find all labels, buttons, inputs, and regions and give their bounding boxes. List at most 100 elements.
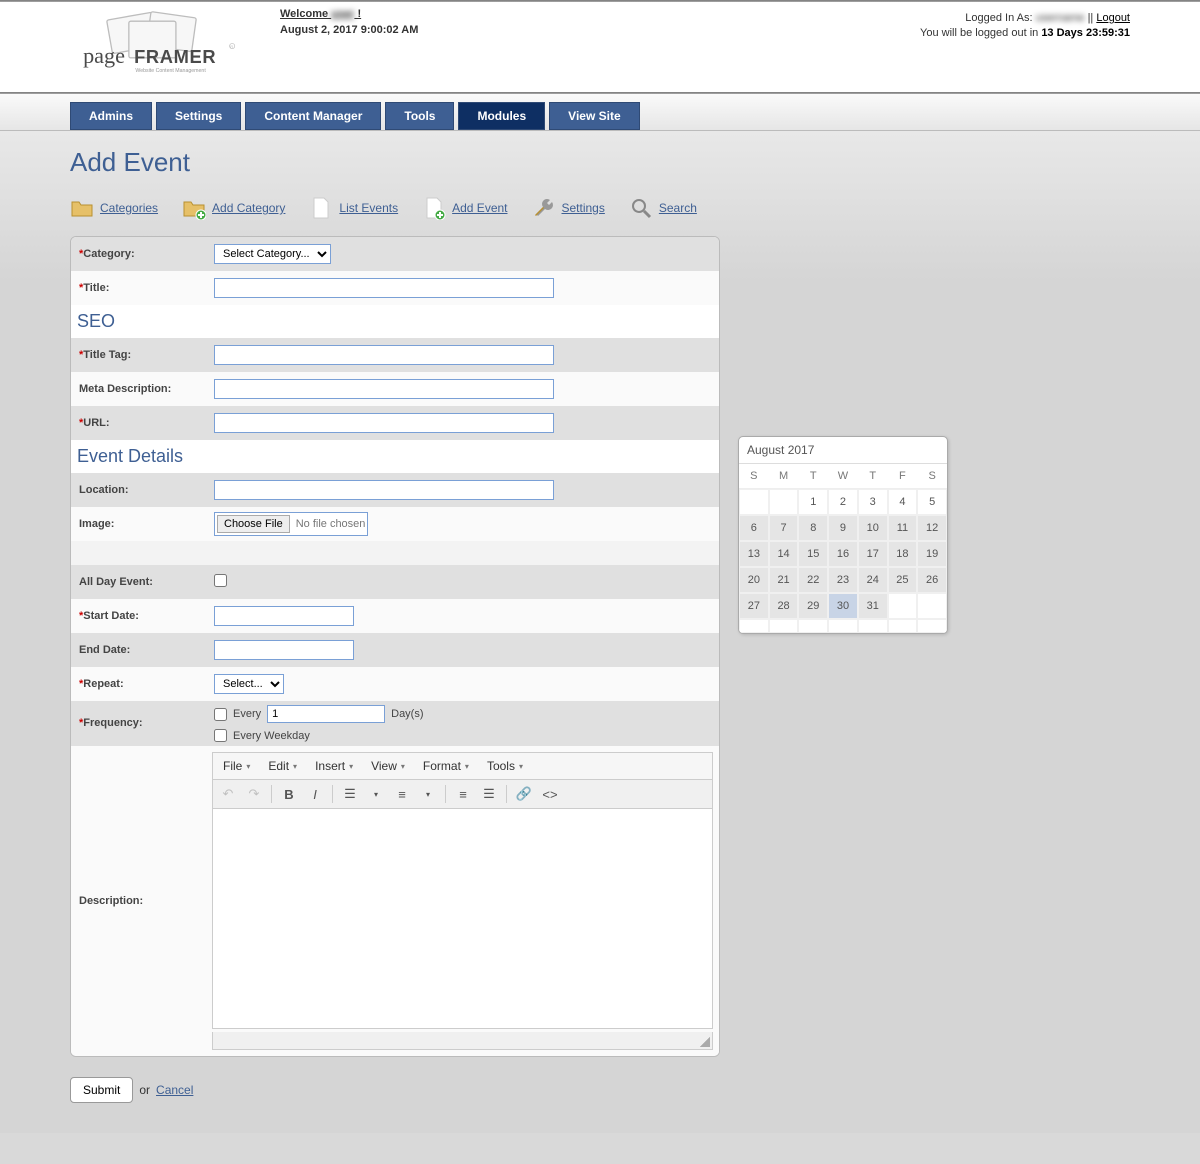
nav-tools[interactable]: Tools — [385, 102, 454, 130]
undo-icon[interactable]: ↶ — [216, 783, 240, 805]
calendar-day[interactable]: 12 — [917, 515, 947, 541]
choose-file-button[interactable]: Choose File — [217, 515, 290, 533]
redo-icon[interactable]: ↷ — [242, 783, 266, 805]
editor-menu-tools[interactable]: Tools ▾ — [487, 759, 523, 773]
calendar-day[interactable]: 24 — [858, 567, 888, 593]
numbered-list-icon[interactable]: ≡ — [390, 783, 414, 805]
freq-weekday-checkbox[interactable] — [214, 729, 227, 742]
calendar-day[interactable]: 28 — [769, 593, 799, 619]
calendar-day[interactable]: 21 — [769, 567, 799, 593]
calendar-day[interactable]: 14 — [769, 541, 799, 567]
editor-menu-insert[interactable]: Insert ▾ — [315, 759, 353, 773]
file-chooser[interactable]: Choose File No file chosen — [214, 512, 368, 536]
header-date: August 2, 2017 9:00:02 AM — [280, 24, 418, 36]
logout-link[interactable]: Logout — [1096, 12, 1130, 24]
repeat-select[interactable]: Select... — [214, 674, 284, 694]
meta-desc-input[interactable] — [214, 379, 554, 399]
calendar-day[interactable]: 26 — [917, 567, 947, 593]
tool-add-event[interactable]: Add Event — [422, 196, 507, 220]
calendar-day[interactable]: 9 — [828, 515, 858, 541]
calendar-empty-cell — [828, 619, 858, 633]
editor-menu-view[interactable]: View ▾ — [371, 759, 405, 773]
list-caret-icon[interactable]: ▾ — [364, 783, 388, 805]
tool-link[interactable]: Add Category — [212, 201, 285, 215]
calendar-day[interactable]: 29 — [798, 593, 828, 619]
page-title: Add Event — [70, 147, 1130, 178]
calendar-day[interactable]: 19 — [917, 541, 947, 567]
nav-settings[interactable]: Settings — [156, 102, 241, 130]
calendar-day[interactable]: 16 — [828, 541, 858, 567]
title-input[interactable] — [214, 278, 554, 298]
calendar-day[interactable]: 6 — [739, 515, 769, 541]
all-day-checkbox[interactable] — [214, 574, 227, 587]
calendar-day[interactable]: 30 — [828, 593, 858, 619]
calendar-day[interactable]: 31 — [858, 593, 888, 619]
numlist-caret-icon[interactable]: ▾ — [416, 783, 440, 805]
category-select[interactable]: Select Category... — [214, 244, 331, 264]
tool-categories[interactable]: Categories — [70, 196, 158, 220]
calendar-day[interactable]: 4 — [888, 489, 918, 515]
title-tag-input[interactable] — [214, 345, 554, 365]
code-icon[interactable]: <> — [538, 783, 562, 805]
cancel-link[interactable]: Cancel — [156, 1083, 193, 1097]
description-editor[interactable] — [212, 809, 713, 1029]
calendar-day[interactable]: 7 — [769, 515, 799, 541]
calendar-day-header: F — [888, 464, 918, 489]
align-justify-icon[interactable]: ☰ — [477, 783, 501, 805]
calendar-day[interactable]: 11 — [888, 515, 918, 541]
calendar-day-header: T — [858, 464, 888, 489]
tool-link[interactable]: Settings — [562, 201, 605, 215]
location-input[interactable] — [214, 480, 554, 500]
freq-every-checkbox[interactable] — [214, 708, 227, 721]
freq-value-input[interactable] — [267, 705, 385, 723]
tool-list-events[interactable]: List Events — [309, 196, 398, 220]
calendar-day[interactable]: 10 — [858, 515, 888, 541]
nav-content-manager[interactable]: Content Manager — [245, 102, 381, 130]
bold-icon[interactable]: B — [277, 783, 301, 805]
align-left-icon[interactable]: ≡ — [451, 783, 475, 805]
tool-settings[interactable]: Settings — [532, 196, 605, 220]
tool-link[interactable]: Categories — [100, 201, 158, 215]
calendar-day[interactable]: 8 — [798, 515, 828, 541]
calendar-day[interactable]: 17 — [858, 541, 888, 567]
link-icon[interactable]: 🔗 — [512, 783, 536, 805]
end-date-input[interactable] — [214, 640, 354, 660]
start-date-input[interactable] — [214, 606, 354, 626]
calendar-day[interactable]: 15 — [798, 541, 828, 567]
editor-menu-edit[interactable]: Edit ▾ — [268, 759, 297, 773]
calendar-day[interactable]: 2 — [828, 489, 858, 515]
category-label: Category: — [83, 248, 134, 260]
no-file-text: No file chosen — [296, 518, 366, 530]
calendar-day[interactable]: 22 — [798, 567, 828, 593]
calendar-day[interactable]: 20 — [739, 567, 769, 593]
tool-link[interactable]: Add Event — [452, 201, 507, 215]
tool-link[interactable]: List Events — [339, 201, 398, 215]
calendar-day[interactable]: 23 — [828, 567, 858, 593]
wrench-icon — [532, 196, 556, 220]
calendar-day[interactable]: 13 — [739, 541, 769, 567]
calendar-title: August 2017 — [739, 437, 947, 464]
url-input[interactable] — [214, 413, 554, 433]
editor-menu-format[interactable]: Format ▾ — [423, 759, 469, 773]
nav-modules[interactable]: Modules — [458, 102, 545, 130]
calendar-day[interactable]: 3 — [858, 489, 888, 515]
calendar-day[interactable]: 1 — [798, 489, 828, 515]
calendar-day[interactable]: 18 — [888, 541, 918, 567]
editor-resize-handle[interactable] — [212, 1032, 713, 1050]
nav-view-site[interactable]: View Site — [549, 102, 639, 130]
bullet-list-icon[interactable]: ☰ — [338, 783, 362, 805]
title-tag-label: Title Tag: — [83, 349, 131, 361]
tool-search[interactable]: Search — [629, 196, 697, 220]
welcome-username: user — [331, 8, 354, 20]
freq-every-text: Every — [233, 708, 261, 720]
italic-icon[interactable]: I — [303, 783, 327, 805]
tool-link[interactable]: Search — [659, 201, 697, 215]
calendar-empty-cell — [739, 489, 769, 515]
tool-add-category[interactable]: Add Category — [182, 196, 285, 220]
calendar-day[interactable]: 25 — [888, 567, 918, 593]
calendar-day[interactable]: 27 — [739, 593, 769, 619]
calendar-day[interactable]: 5 — [917, 489, 947, 515]
submit-button[interactable]: Submit — [70, 1077, 133, 1103]
nav-admins[interactable]: Admins — [70, 102, 152, 130]
editor-menu-file[interactable]: File ▾ — [223, 759, 250, 773]
